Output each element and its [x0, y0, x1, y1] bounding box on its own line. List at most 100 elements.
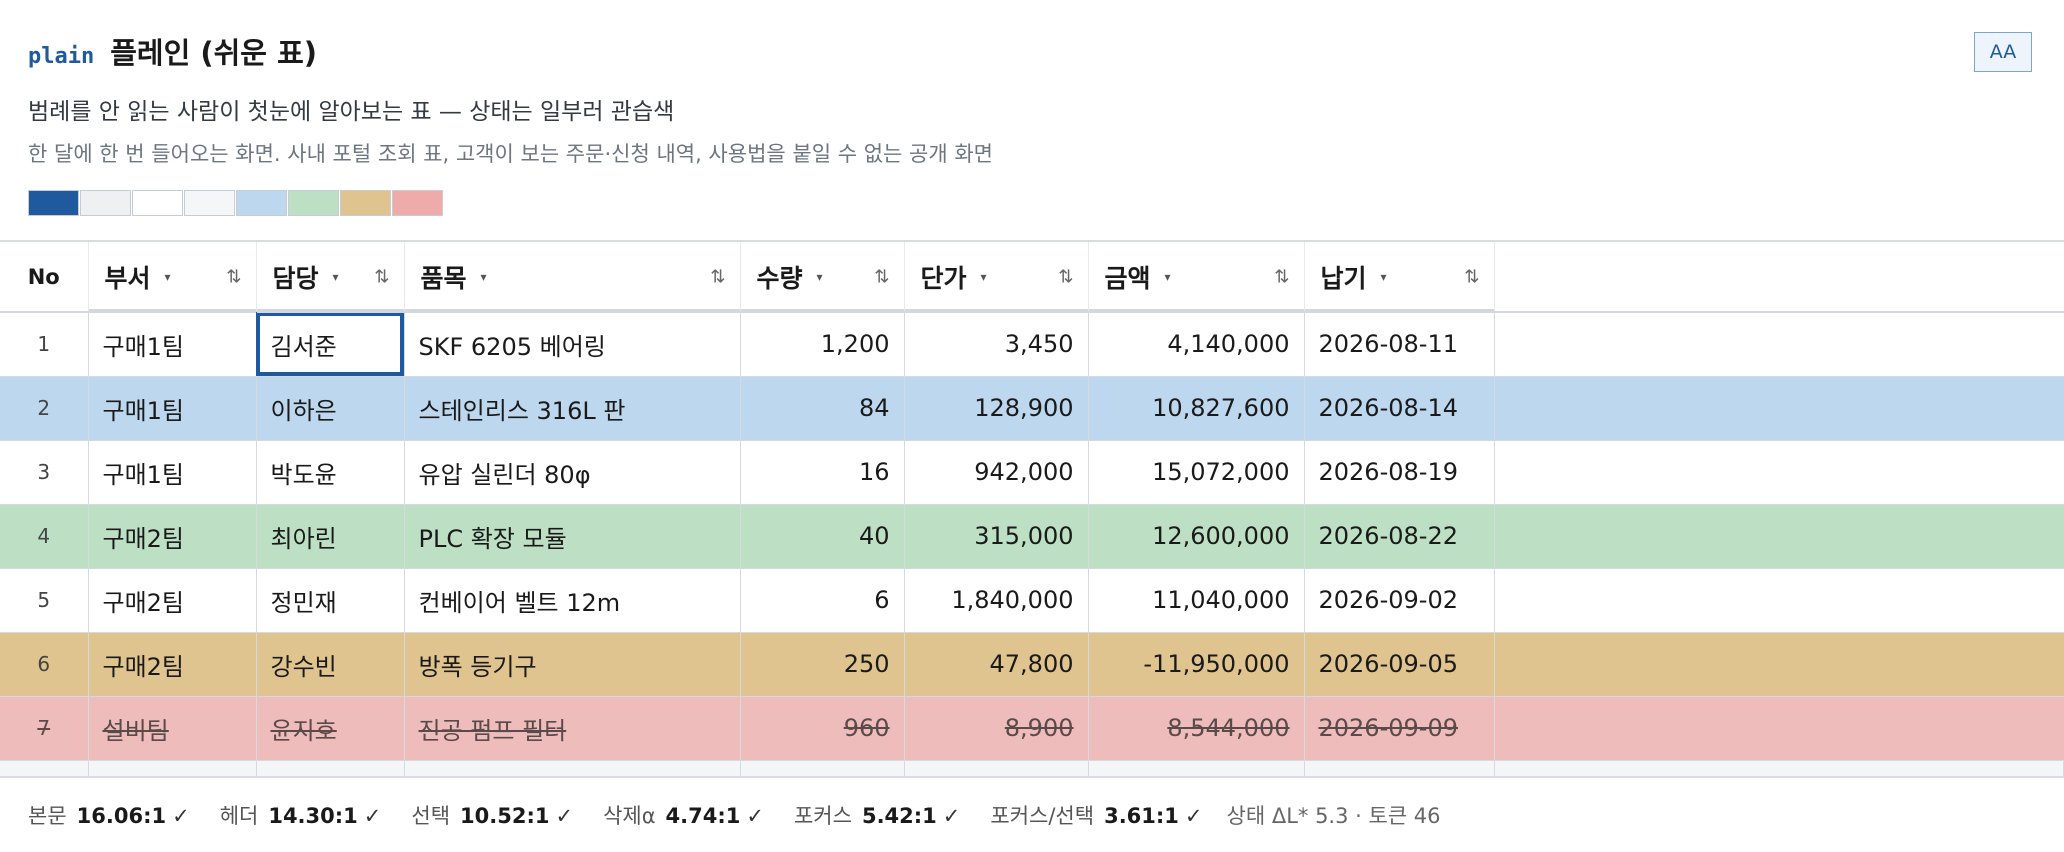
sort-icon[interactable]: ⇅ — [874, 266, 889, 287]
cell-dept[interactable]: 구매1팀 — [88, 376, 257, 441]
cell-item[interactable]: 컨베이어 벨트 12m — [404, 568, 741, 633]
cell-item[interactable]: SKF 6205 베어링 — [404, 312, 741, 377]
cell-dept[interactable]: 구매1팀 — [88, 440, 257, 505]
cell-no[interactable]: 7 — [0, 696, 89, 761]
cell-dept[interactable]: 구매2팀 — [88, 632, 257, 697]
row-filler — [1494, 568, 2064, 633]
cell-amount[interactable]: 4,140,000 — [1088, 312, 1305, 377]
cell-no[interactable]: 5 — [0, 568, 89, 633]
cell-due[interactable]: 2026-09-09 — [1304, 696, 1495, 761]
cell-no[interactable]: 6 — [0, 632, 89, 697]
column-header-owner[interactable]: 담당 ▾ ⇅ — [256, 242, 405, 313]
cell-qty[interactable]: 84 — [740, 376, 905, 441]
cell-owner[interactable]: 정민재 — [256, 568, 405, 633]
table-row[interactable]: 2 구매1팀 이하은 스테인리스 316L 판 84 128,900 10,827,600 2… — [0, 376, 2064, 441]
table-row[interactable]: 5 구매2팀 정민재 컨베이어 벨트 12m 6 1,840,000 11,040,000 2… — [0, 568, 2064, 633]
cell-due[interactable]: 2026-08-14 — [1304, 376, 1495, 441]
row-filler — [1494, 696, 2064, 761]
cell-due[interactable]: 2026-08-19 — [1304, 440, 1495, 505]
cell-due[interactable]: 2026-09-05 — [1304, 632, 1495, 697]
table-row[interactable]: 4 구매2팀 최아린 PLC 확장 모듈 40 315,000 12,600,000 2026… — [0, 504, 2064, 569]
status-delta-text: 상태 ΔL* 5.3 · 토큰 46 — [1226, 804, 1441, 828]
cell-partial — [1494, 760, 2064, 776]
filter-caret-icon[interactable]: ▾ — [1165, 270, 1171, 284]
filter-caret-icon[interactable]: ▾ — [165, 270, 171, 284]
row-filler — [1494, 504, 2064, 569]
row-filler — [1494, 440, 2064, 505]
cell-price[interactable]: 315,000 — [904, 504, 1089, 569]
cell-qty[interactable]: 16 — [740, 440, 905, 505]
cell-owner[interactable]: 최아린 — [256, 504, 405, 569]
cell-amount[interactable]: 12,600,000 — [1088, 504, 1305, 569]
cell-due[interactable]: 2026-08-11 — [1304, 312, 1495, 377]
column-header-qty[interactable]: 수량 ▾ ⇅ — [740, 242, 905, 313]
filter-caret-icon[interactable]: ▾ — [981, 270, 987, 284]
column-header-price[interactable]: 단가 ▾ ⇅ — [904, 242, 1089, 313]
table-row[interactable]: 7 설비팀 윤지호 진공 펌프 필터 960 8,900 8,544,000 2026-09-… — [0, 696, 2064, 761]
cell-price[interactable]: 1,840,000 — [904, 568, 1089, 633]
column-header-item[interactable]: 품목 ▾ ⇅ — [404, 242, 741, 313]
cell-no[interactable]: 1 — [0, 312, 89, 377]
metric-value: 4.74:1 — [665, 804, 741, 828]
cell-dept[interactable]: 구매1팀 — [88, 312, 257, 377]
sort-icon[interactable]: ⇅ — [1464, 266, 1479, 287]
sort-icon[interactable]: ⇅ — [1274, 266, 1289, 287]
column-header-no[interactable]: No — [0, 242, 89, 313]
filter-caret-icon[interactable]: ▾ — [817, 270, 823, 284]
cell-qty[interactable]: 1,200 — [740, 312, 905, 377]
cell-amount[interactable]: 15,072,000 — [1088, 440, 1305, 505]
filter-caret-icon[interactable]: ▾ — [333, 270, 339, 284]
column-header-due[interactable]: 납기 ▾ ⇅ — [1304, 242, 1495, 313]
contrast-footer: 본문 16.06:1 ✓ 헤더 14.30:1 ✓ 선택 10.52:1 ✓ 삭제α 4.74:1 ✓… — [28, 800, 1441, 830]
cell-item[interactable]: 유압 실린더 80φ — [404, 440, 741, 505]
cell-price[interactable]: 47,800 — [904, 632, 1089, 697]
sort-icon[interactable]: ⇅ — [374, 266, 389, 287]
cell-qty[interactable]: 40 — [740, 504, 905, 569]
color-swatch — [28, 190, 79, 216]
sort-icon[interactable]: ⇅ — [226, 266, 241, 287]
cell-amount[interactable]: 11,040,000 — [1088, 568, 1305, 633]
cell-due[interactable]: 2026-09-02 — [1304, 568, 1495, 633]
column-header-dept[interactable]: 부서 ▾ ⇅ — [88, 242, 257, 313]
cell-qty[interactable]: 6 — [740, 568, 905, 633]
cell-no[interactable]: 3 — [0, 440, 89, 505]
cell-qty[interactable]: 250 — [740, 632, 905, 697]
cell-price[interactable]: 3,450 — [904, 312, 1089, 377]
cell-qty[interactable]: 960 — [740, 696, 905, 761]
cell-partial — [256, 760, 405, 776]
sort-icon[interactable]: ⇅ — [710, 266, 725, 287]
cell-owner[interactable]: 이하은 — [256, 376, 405, 441]
metric-label: 포커스/선택 — [990, 804, 1095, 828]
color-swatch — [392, 190, 443, 216]
header-filler — [1494, 242, 2064, 313]
cell-owner[interactable]: 김서준 — [256, 312, 405, 377]
check-icon: ✓ — [555, 804, 574, 828]
cell-dept[interactable]: 구매2팀 — [88, 504, 257, 569]
cell-item[interactable]: 스테인리스 316L 판 — [404, 376, 741, 441]
table-row[interactable]: 6 구매2팀 강수빈 방폭 등기구 250 47,800 -11,950,000 2026-0… — [0, 632, 2064, 697]
table-row[interactable]: 3 구매1팀 박도윤 유압 실린더 80φ 16 942,000 15,072,000 202… — [0, 440, 2064, 505]
cell-no[interactable]: 2 — [0, 376, 89, 441]
cell-dept[interactable]: 구매2팀 — [88, 568, 257, 633]
cell-due[interactable]: 2026-08-22 — [1304, 504, 1495, 569]
cell-price[interactable]: 128,900 — [904, 376, 1089, 441]
cell-owner[interactable]: 윤지호 — [256, 696, 405, 761]
sort-icon[interactable]: ⇅ — [1058, 266, 1073, 287]
cell-no[interactable]: 4 — [0, 504, 89, 569]
filter-caret-icon[interactable]: ▾ — [1381, 270, 1387, 284]
cell-item[interactable]: 진공 펌프 필터 — [404, 696, 741, 761]
aa-contrast-button[interactable]: AA — [1974, 32, 2032, 72]
cell-item[interactable]: PLC 확장 모듈 — [404, 504, 741, 569]
cell-price[interactable]: 942,000 — [904, 440, 1089, 505]
cell-price[interactable]: 8,900 — [904, 696, 1089, 761]
cell-amount[interactable]: -11,950,000 — [1088, 632, 1305, 697]
cell-owner[interactable]: 강수빈 — [256, 632, 405, 697]
cell-amount[interactable]: 10,827,600 — [1088, 376, 1305, 441]
column-header-amount[interactable]: 금액 ▾ ⇅ — [1088, 242, 1305, 313]
filter-caret-icon[interactable]: ▾ — [481, 270, 487, 284]
table-row[interactable]: 1 구매1팀 김서준 SKF 6205 베어링 1,200 3,450 4,140,000 2… — [0, 312, 2064, 377]
cell-dept[interactable]: 설비팀 — [88, 696, 257, 761]
cell-owner[interactable]: 박도윤 — [256, 440, 405, 505]
cell-item[interactable]: 방폭 등기구 — [404, 632, 741, 697]
cell-amount[interactable]: 8,544,000 — [1088, 696, 1305, 761]
